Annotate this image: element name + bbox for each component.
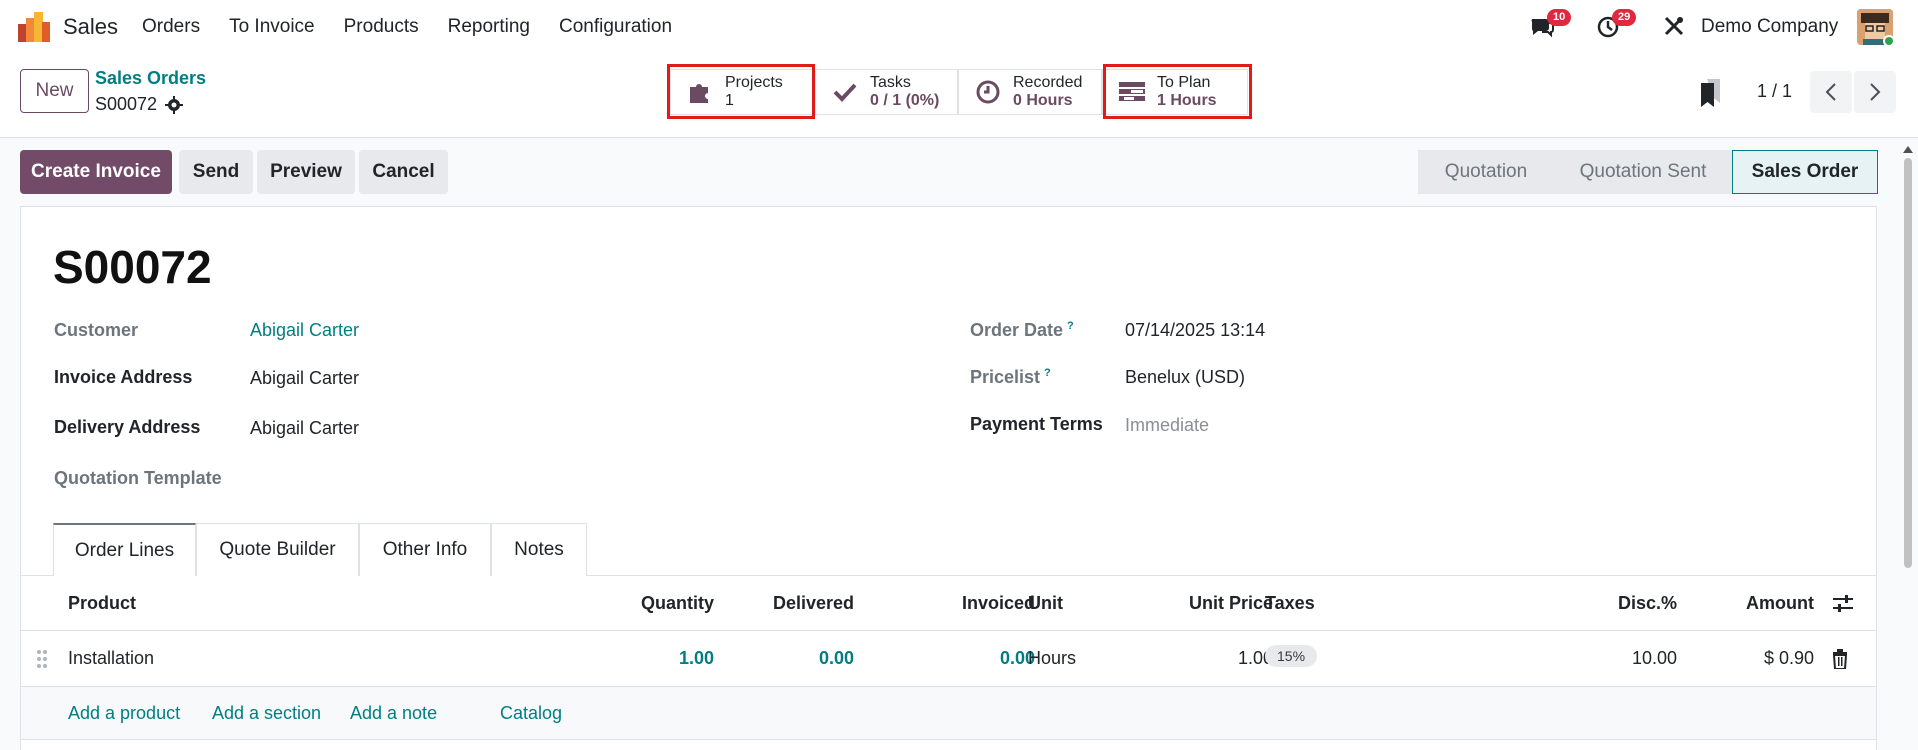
trash-icon[interactable] xyxy=(1832,649,1848,669)
messages-badge: 10 xyxy=(1547,9,1572,26)
row-amount: $ 0.90 xyxy=(1763,648,1814,668)
recorded-label: Recorded xyxy=(1013,74,1083,91)
recorded-value: 0 Hours xyxy=(1013,92,1073,109)
col-invoiced[interactable]: Invoiced xyxy=(962,593,1035,614)
catalog-link[interactable]: Catalog xyxy=(500,703,562,724)
to-plan-highlight-box xyxy=(1103,64,1252,119)
recorded-smart-button[interactable]: Recorded 0 Hours xyxy=(958,69,1102,115)
delivery-address-label: Delivery Address xyxy=(54,417,201,437)
pager-previous-button[interactable] xyxy=(1810,71,1852,113)
col-discount[interactable]: Disc.% xyxy=(1618,593,1677,614)
table-row[interactable]: Installation 1.00 0.00 0.00 Hours 1.00 1… xyxy=(21,631,1876,687)
gear-icon[interactable] xyxy=(165,96,183,114)
col-delivered[interactable]: Delivered xyxy=(773,593,854,614)
add-note-link[interactable]: Add a note xyxy=(350,703,437,724)
breadcrumb-parent[interactable]: Sales Orders xyxy=(95,68,206,89)
breadcrumb-current: S00072 xyxy=(95,94,158,114)
company-switcher[interactable]: Demo Company xyxy=(1701,16,1838,38)
scroll-up-arrow-icon[interactable] xyxy=(1903,145,1913,153)
check-icon xyxy=(830,77,860,107)
invoice-address-value[interactable]: Abigail Carter xyxy=(250,368,359,389)
customer-value[interactable]: Abigail Carter xyxy=(250,320,359,341)
col-quantity[interactable]: Quantity xyxy=(641,593,714,614)
sales-app-logo-icon[interactable] xyxy=(18,12,50,42)
col-unit-price[interactable]: Unit Price xyxy=(1189,593,1273,614)
tasks-label: Tasks xyxy=(870,74,911,91)
clock-icon xyxy=(973,77,1003,107)
chevron-left-icon xyxy=(1825,83,1836,101)
col-unit[interactable]: Unit xyxy=(1028,593,1063,614)
control-panel: New Sales Orders S00072 Projects 1 Tasks… xyxy=(0,54,1918,138)
top-navbar: Sales Orders To Invoice Products Reporti… xyxy=(0,0,1918,54)
menu-configuration[interactable]: Configuration xyxy=(559,16,672,38)
send-button[interactable]: Send xyxy=(179,150,253,194)
col-taxes[interactable]: Taxes xyxy=(1265,593,1315,614)
col-product[interactable]: Product xyxy=(68,593,136,614)
menu-reporting[interactable]: Reporting xyxy=(448,16,530,38)
tab-other-info[interactable]: Other Info xyxy=(359,523,491,576)
projects-highlight-box xyxy=(667,64,815,119)
stage-sales-order[interactable]: Sales Order xyxy=(1732,150,1878,194)
order-lines-header: Product Quantity Delivered Invoiced Unit… xyxy=(21,576,1876,631)
row-quantity[interactable]: 1.00 xyxy=(679,648,714,669)
new-button[interactable]: New xyxy=(20,69,89,113)
optional-columns-toggle-icon[interactable] xyxy=(1833,595,1853,613)
row-discount[interactable]: 10.00 xyxy=(1632,648,1677,669)
preview-button[interactable]: Preview xyxy=(257,150,355,194)
order-date-help-icon[interactable]: ? xyxy=(1067,320,1074,332)
row-product[interactable]: Installation xyxy=(68,648,154,669)
row-tax-badge[interactable]: 15% xyxy=(1265,645,1318,667)
payment-terms-label: Payment Terms xyxy=(970,414,1103,434)
pricelist-value[interactable]: Benelux (USD) xyxy=(1125,367,1245,388)
order-title: S00072 xyxy=(53,241,212,293)
row-unit[interactable]: Hours xyxy=(1028,648,1076,669)
pager-value[interactable]: 1 / 1 xyxy=(1757,81,1792,102)
drag-handle-icon[interactable] xyxy=(37,649,47,669)
order-lines-footer: Add a product Add a section Add a note C… xyxy=(21,687,1876,740)
tab-notes[interactable]: Notes xyxy=(491,523,587,576)
pricelist-label: Pricelist? xyxy=(970,367,1051,387)
add-section-link[interactable]: Add a section xyxy=(212,703,321,724)
pager-next-button[interactable] xyxy=(1854,71,1896,113)
bookmark-icon[interactable] xyxy=(1700,79,1722,107)
stage-quotation[interactable]: Quotation xyxy=(1418,150,1554,194)
order-date-value[interactable]: 07/14/2025 13:14 xyxy=(1125,320,1265,341)
tab-order-lines[interactable]: Order Lines xyxy=(53,523,196,576)
debug-tools-icon[interactable] xyxy=(1663,15,1685,37)
cancel-button[interactable]: Cancel xyxy=(359,150,448,194)
delivery-address-value[interactable]: Abigail Carter xyxy=(250,418,359,439)
invoice-address-label: Invoice Address xyxy=(54,367,193,387)
online-status-dot xyxy=(1883,35,1895,47)
chevron-right-icon xyxy=(1870,83,1881,101)
activities-badge: 29 xyxy=(1612,9,1637,26)
app-name[interactable]: Sales xyxy=(63,14,118,40)
main-menu: Orders To Invoice Products Reporting Con… xyxy=(142,16,701,38)
customer-label: Customer xyxy=(54,320,139,340)
col-amount[interactable]: Amount xyxy=(1746,593,1814,614)
row-delivered[interactable]: 0.00 xyxy=(819,648,854,669)
tasks-smart-button[interactable]: Tasks 0 / 1 (0%) xyxy=(815,69,958,115)
order-date-label: Order Date? xyxy=(970,320,1074,340)
create-invoice-button[interactable]: Create Invoice xyxy=(20,150,172,194)
payment-terms-value[interactable]: Immediate xyxy=(1125,415,1209,436)
tab-quote-builder[interactable]: Quote Builder xyxy=(196,523,359,576)
quotation-template-label: Quotation Template xyxy=(54,468,222,488)
pricelist-help-icon[interactable]: ? xyxy=(1044,367,1051,379)
tasks-value: 0 / 1 (0%) xyxy=(870,92,940,109)
stage-quotation-sent[interactable]: Quotation Sent xyxy=(1554,150,1732,194)
menu-products[interactable]: Products xyxy=(344,16,419,38)
scrollbar-thumb[interactable] xyxy=(1904,158,1912,568)
menu-orders[interactable]: Orders xyxy=(142,16,200,38)
menu-to-invoice[interactable]: To Invoice xyxy=(229,16,315,38)
add-product-link[interactable]: Add a product xyxy=(68,703,180,724)
